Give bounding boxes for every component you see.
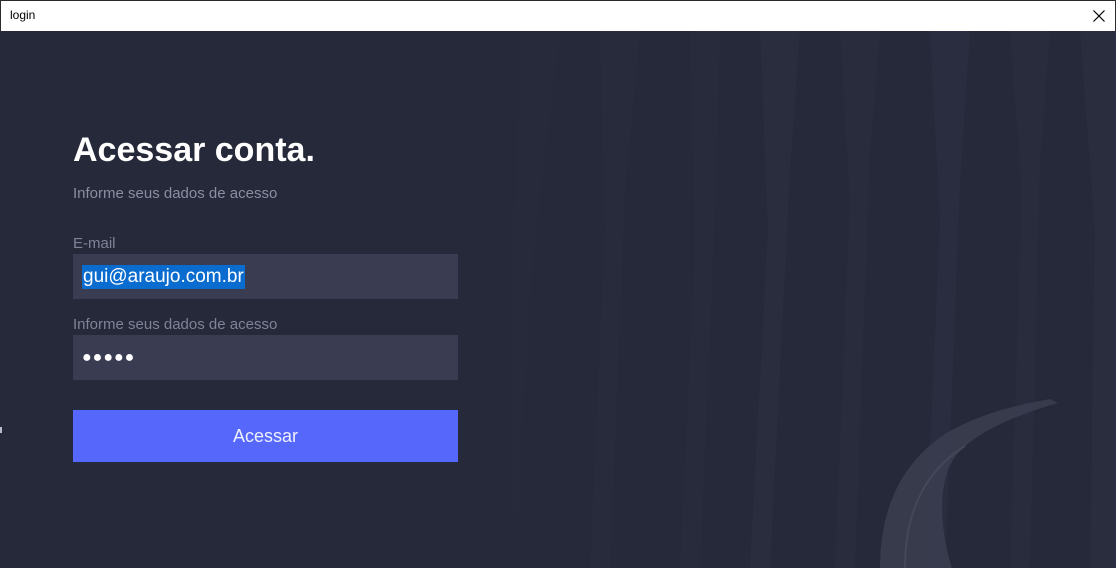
email-field[interactable]: gui@araujo.com.br bbox=[73, 254, 458, 299]
login-window: login Acessar conta. Informe seus dados … bbox=[0, 0, 1116, 568]
window-title: login bbox=[10, 8, 36, 22]
window-edge-marker bbox=[0, 427, 2, 433]
email-label: E-mail bbox=[73, 235, 116, 252]
password-value: ●●●●● bbox=[82, 348, 136, 366]
page-title: Acessar conta. bbox=[73, 131, 315, 169]
close-icon bbox=[1093, 10, 1105, 22]
login-content: Acessar conta. Informe seus dados de ace… bbox=[0, 31, 1116, 568]
forest-road-background bbox=[0, 31, 1116, 568]
page-subtitle: Informe seus dados de acesso bbox=[73, 185, 278, 202]
title-bar: login bbox=[0, 0, 1116, 31]
email-value: gui@araujo.com.br bbox=[82, 264, 245, 289]
submit-button[interactable]: Acessar bbox=[73, 410, 458, 462]
password-label: Informe seus dados de acesso bbox=[73, 316, 278, 333]
password-field[interactable]: ●●●●● bbox=[73, 335, 458, 380]
close-button[interactable] bbox=[1083, 1, 1115, 31]
